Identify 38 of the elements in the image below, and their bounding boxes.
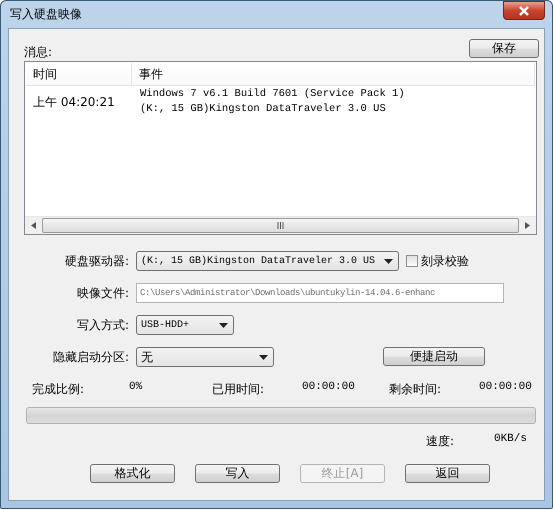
drive-label: 硬盘驱动器:	[64, 252, 129, 270]
write-mode-label: 写入方式:	[76, 316, 129, 334]
column-header[interactable]: 时间	[26, 63, 132, 85]
dialog-button[interactable]: 写入	[195, 464, 280, 483]
remaining-label: 剩余时间:	[389, 381, 442, 398]
grip-icon	[277, 222, 284, 229]
close-icon	[518, 6, 530, 16]
messages-label: 消息:	[24, 44, 52, 61]
left-arrow-icon[interactable]	[31, 222, 36, 229]
right-arrow-icon[interactable]	[525, 222, 530, 229]
quick-boot-button[interactable]: 便捷启动	[383, 347, 485, 366]
window-title: 写入硬盘映像	[9, 6, 82, 23]
verify-label[interactable]: 刻录校验	[421, 252, 469, 270]
percent-label: 完成比例:	[31, 381, 86, 398]
verify-checkbox[interactable]	[406, 255, 418, 267]
horizontal-scrollbar[interactable]	[25, 216, 536, 234]
percent-value: 0%	[129, 381, 144, 395]
column-header[interactable]: 事件	[132, 63, 535, 85]
time-cell-text: 上午 04:20:21	[32, 94, 116, 110]
image-file-label: 映像文件:	[76, 284, 129, 302]
hidden-partition-label: 隐藏启动分区:	[52, 348, 129, 366]
caret-icon	[219, 322, 228, 328]
dialog-button[interactable]: 返回	[405, 464, 490, 483]
dialog-button[interactable]: 格式化	[90, 464, 175, 483]
elapsed-label: 已用时间:	[212, 381, 266, 398]
elapsed-value: 00:00:00	[302, 381, 356, 395]
event-cell-text: Windows 7 v6.1 Build 7601 (Service Pack 1) (K:, 15 GB)Kingston DataTraveler 3.0 US	[139, 87, 406, 117]
write-mode-dropdown[interactable]: USB-HDD+	[136, 315, 234, 335]
image-file-field[interactable]: C:\Users\Administrator\Downloads\ubuntukylin-14.04.6-enhanc	[136, 283, 504, 303]
drive-dropdown[interactable]: (K:, 15 GB)Kingston DataTraveler 3.0 US	[136, 251, 399, 271]
close-button[interactable]	[503, 1, 545, 20]
hidden-partition-dropdown[interactable]: 无	[136, 347, 274, 367]
save-button[interactable]: 保存	[469, 39, 539, 58]
speed-value: 0KB/s	[494, 433, 527, 447]
caret-icon	[259, 354, 268, 360]
remaining-value: 00:00:00	[479, 381, 533, 395]
caret-icon	[384, 258, 393, 264]
speed-label: 速度:	[426, 433, 454, 450]
